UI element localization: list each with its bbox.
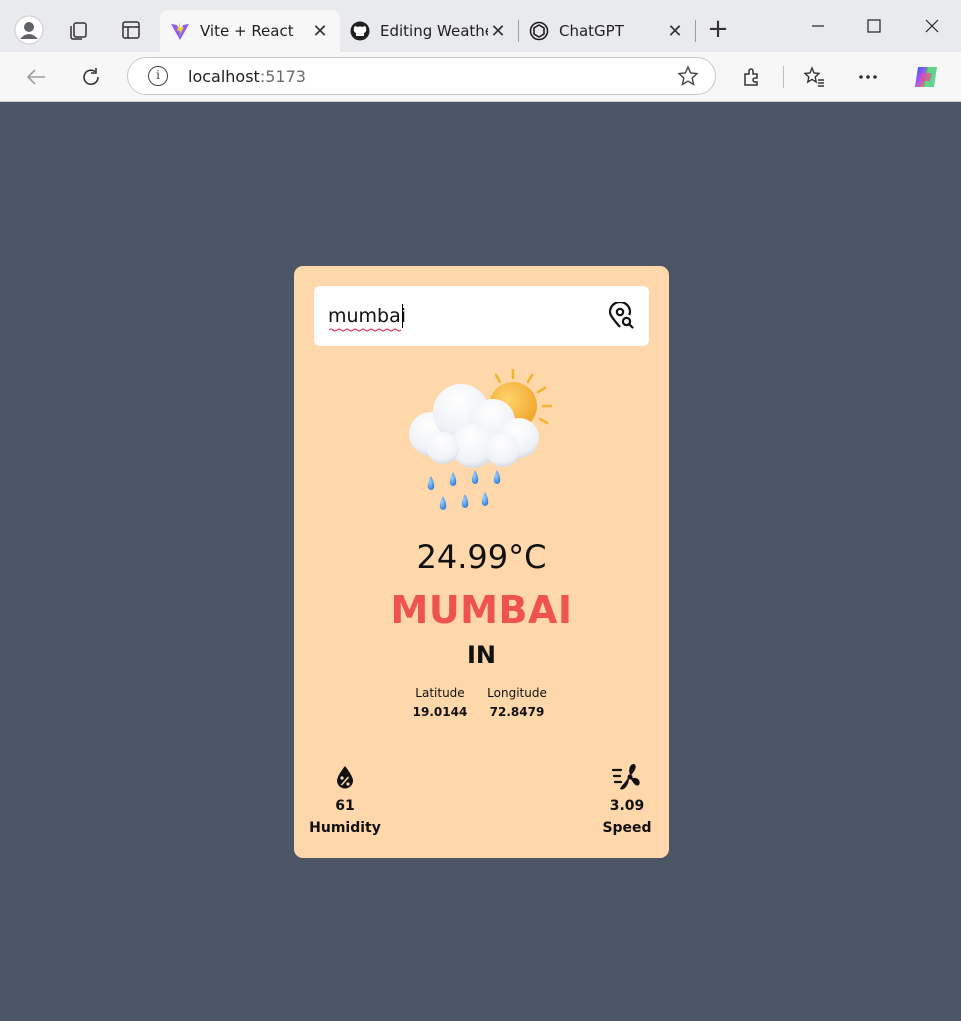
spellcheck-underline [329, 328, 402, 332]
close-window-icon[interactable] [917, 12, 947, 40]
longitude-label: Longitude [487, 686, 547, 700]
extensions-icon[interactable] [737, 62, 767, 92]
humidity-drop-icon [300, 764, 390, 790]
browser-toolbar: i localhost:5173 [0, 52, 961, 102]
url-port: :5173 [259, 67, 306, 86]
chatgpt-icon [529, 21, 549, 41]
sun-behind-rain-cloud-icon [401, 366, 559, 516]
close-tab-icon[interactable]: ✕ [488, 21, 508, 42]
tab-actions-icon[interactable] [115, 14, 147, 46]
workspaces-icon[interactable] [62, 14, 94, 46]
humidity-label: Humidity [309, 820, 381, 836]
url-host: localhost [188, 67, 260, 86]
tab-editing-weather[interactable]: Editing Weather ✕ [340, 10, 518, 52]
close-tab-icon[interactable]: ✕ [310, 21, 330, 42]
tab-strip: Vite + React ✕ Editing Weather ✕ ChatGPT… [0, 0, 961, 52]
wind-fan-icon [582, 764, 672, 790]
humidity-value: 61 [335, 798, 355, 814]
site-info-icon[interactable]: i [148, 66, 168, 86]
country-code: IN [466, 641, 496, 669]
tab-title: Vite + React [200, 22, 294, 40]
copilot-icon[interactable] [911, 62, 941, 92]
tab-title: ChatGPT [559, 22, 624, 40]
wind-speed-value: 3.09 [609, 798, 645, 814]
address-url[interactable]: localhost:5173 [188, 67, 306, 86]
close-tab-icon[interactable]: ✕ [665, 21, 685, 42]
more-icon[interactable] [853, 62, 883, 92]
latitude-value: 19.0144 [412, 705, 468, 719]
latitude-block: Latitude 19.0144 [402, 686, 478, 719]
maximize-icon[interactable] [859, 12, 889, 40]
weather-card: 24.99°C MUMBAI IN Latitude 19.0144 Longi… [294, 266, 669, 858]
temperature: 24.99°C [416, 538, 547, 576]
vite-logo-icon [171, 22, 189, 40]
text-caret [402, 304, 403, 328]
back-icon[interactable] [21, 62, 51, 92]
location-search-icon[interactable] [607, 300, 635, 330]
humidity-block: 61 Humidity [300, 764, 390, 836]
tab-separator [695, 20, 696, 42]
tab-title: Editing Weather [380, 22, 488, 40]
wind-speed-label: Speed [602, 820, 652, 836]
longitude-block: Longitude 72.8479 [480, 686, 554, 719]
tab-vite-react[interactable]: Vite + React ✕ [160, 10, 340, 52]
longitude-value: 72.8479 [489, 705, 545, 719]
address-bar[interactable]: i localhost:5173 [127, 57, 716, 95]
city-name: MUMBAI [390, 588, 573, 632]
favorite-star-icon[interactable] [677, 65, 699, 91]
tab-chatgpt[interactable]: ChatGPT ✕ [519, 10, 695, 52]
wind-speed-block: 3.09 Speed [582, 764, 672, 836]
favorites-icon[interactable] [799, 62, 829, 92]
toolbar-divider [783, 66, 784, 88]
new-tab-icon[interactable]: + [704, 16, 732, 44]
minimize-icon[interactable] [803, 12, 833, 40]
search-box [314, 286, 649, 346]
latitude-label: Latitude [415, 686, 465, 700]
refresh-icon[interactable] [76, 62, 106, 92]
profile-icon[interactable] [13, 14, 45, 46]
github-icon [350, 21, 370, 41]
